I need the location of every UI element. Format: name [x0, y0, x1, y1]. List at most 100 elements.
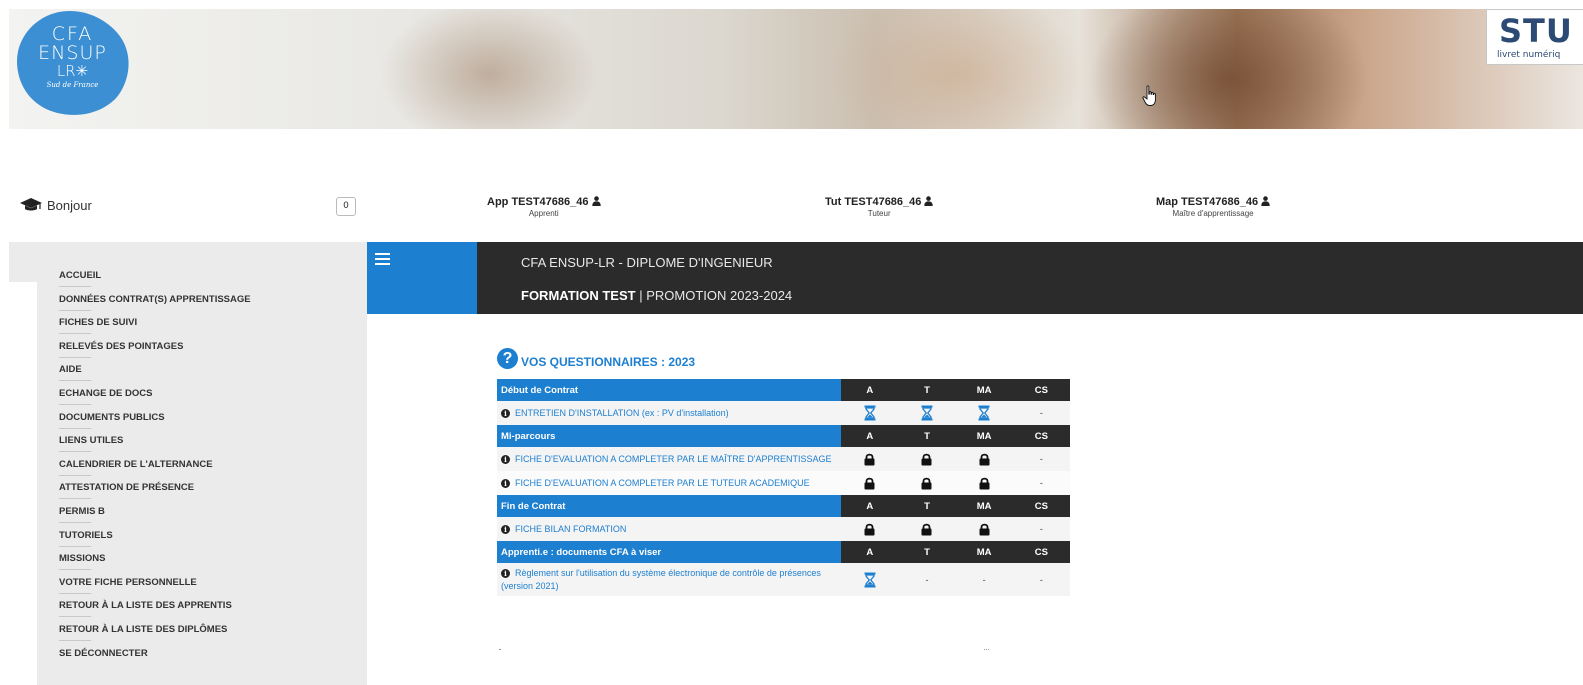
questionnaire-row: i FICHE D'EVALUATION A COMPLETER PAR LE M… [497, 447, 1070, 471]
section-title: Fin de Contrat [497, 495, 842, 517]
sidebar-item-tutoriels[interactable]: TUTORIELS [59, 529, 251, 553]
section-header-row: Apprenti.e : documents CFA à viser A T MA CS [497, 541, 1070, 563]
sidebar-edge [9, 242, 37, 282]
sidebar-nav: ACCUEIL DONNÉES CONTRAT(S) APPRENTISSAGE F… [37, 242, 367, 685]
sidebar-item-calendrier-de-l-alternance[interactable]: CALENDRIER DE L'ALTERNANCE [59, 458, 251, 482]
sidebar-item-permis-b[interactable]: PERMIS B [59, 505, 251, 529]
title-separator: | [635, 288, 647, 303]
user-icon [1261, 196, 1270, 206]
apprenti-info[interactable]: App TEST47686_46 Apprenti [487, 196, 601, 218]
lock-icon [898, 471, 955, 495]
hamburger-menu-icon[interactable] [375, 253, 390, 265]
sidebar-item-fiches-de-suivi[interactable]: FICHES DE SUIVI [59, 316, 251, 340]
sidebar-item-missions[interactable]: MISSIONS [59, 552, 251, 576]
sidebar-item-retour-a-la-liste-des-diplomes[interactable]: RETOUR À LA LISTE DES DIPLÔMES [59, 623, 251, 647]
column-header-t: T [898, 541, 956, 563]
sidebar-item-attestation-de-presence[interactable]: ATTESTATION DE PRÉSENCE [59, 481, 251, 505]
column-header-t: T [898, 495, 956, 517]
questionnaire-link[interactable]: i FICHE BILAN FORMATION [497, 517, 841, 541]
header-banner [9, 9, 1583, 129]
logo-text-line3: LR✳ [56, 62, 89, 80]
questionnaire-link[interactable]: i FICHE D'EVALUATION A COMPLETER PAR LE M… [497, 447, 841, 471]
section-title: Début de Contrat [497, 379, 842, 401]
questionnaire-link[interactable]: i FICHE D'EVALUATION A COMPLETER PAR LE T… [497, 471, 841, 495]
column-header-cs: CS [1012, 495, 1070, 517]
hourglass-icon[interactable] [841, 563, 898, 596]
stu-badge-title: STU [1499, 12, 1573, 50]
lock-icon [898, 447, 955, 471]
info-icon[interactable]: i [501, 524, 510, 534]
column-header-a: A [841, 425, 899, 447]
questionnaire-title[interactable]: FICHE BILAN FORMATION [515, 524, 626, 534]
column-header-t: T [898, 379, 956, 401]
status-tuteur: - [925, 574, 929, 585]
questionnaire-link[interactable]: i ENTRETIEN D'INSTALLATION (ex : PV d'ins… [497, 401, 841, 425]
menu-toggle-area [367, 242, 477, 314]
questionnaires-heading: ? VOS QUESTIONNAIRES : 2023 [497, 348, 695, 369]
sidebar-item-documents-publics[interactable]: DOCUMENTS PUBLICS [59, 411, 251, 435]
questionnaire-title[interactable]: FICHE D'EVALUATION A COMPLETER PAR LE MA… [515, 454, 832, 464]
sidebar-item-echange-de-docs[interactable]: ECHANGE DE DOCS [59, 387, 251, 411]
sidebar-item-accueil[interactable]: ACCUEIL [59, 269, 251, 293]
page-header: CFA ENSUP-LR - DIPLOME D'INGENIEUR FORMA… [477, 242, 1583, 314]
column-header-a: A [841, 379, 899, 401]
status-cs: - [1039, 478, 1043, 488]
column-header-t: T [898, 425, 956, 447]
column-header-cs: CS [1012, 425, 1070, 447]
sidebar-menu: ACCUEIL DONNÉES CONTRAT(S) APPRENTISSAGE F… [59, 269, 251, 670]
questionnaires-table: Début de Contrat A T MA CS i ENTRETIEN D'INSTA… [497, 379, 1070, 596]
sidebar-item-se-deconnecter[interactable]: SE DÉCONNECTER [59, 647, 251, 671]
questionnaire-title[interactable]: FICHE D'EVALUATION A COMPLETER PAR LE TU… [515, 478, 810, 488]
lock-icon [898, 517, 955, 541]
user-bar: Bonjour 0 App TEST47686_46 Apprenti Tut … [0, 190, 1583, 230]
questionnaire-row: i FICHE BILAN FORMATION - [497, 517, 1070, 541]
info-icon[interactable]: i [501, 478, 510, 488]
section-header-row: Mi-parcours A T MA CS [497, 425, 1070, 447]
lock-icon [841, 447, 898, 471]
questionnaire-title[interactable]: ENTRETIEN D'INSTALLATION (ex : PV d'inst… [515, 408, 729, 418]
column-header-ma: MA [955, 495, 1013, 517]
maitre-name: Map TEST47686_46 [1156, 196, 1259, 208]
sidebar-item-votre-fiche-personnelle[interactable]: VOTRE FICHE PERSONNELLE [59, 576, 251, 600]
maitre-info[interactable]: Map TEST47686_46 Maître d'apprentissage [1156, 196, 1270, 218]
hourglass-icon[interactable] [898, 401, 955, 425]
hourglass-icon[interactable] [956, 401, 1013, 425]
lock-icon [956, 517, 1013, 541]
user-icon [924, 196, 934, 206]
status-maitre: - [982, 574, 986, 585]
cfa-ensup-logo[interactable]: CFA ENSUP LR✳ Sud de France [15, 9, 130, 117]
sidebar-item-releves-des-pointages[interactable]: RELEVÉS DES POINTAGES [59, 340, 251, 364]
question-circle-icon: ? [497, 348, 518, 369]
sidebar-item-retour-a-la-liste-des-apprentis[interactable]: RETOUR À LA LISTE DES APPRENTIS [59, 599, 251, 623]
info-icon[interactable]: i [501, 408, 510, 418]
column-header-ma: MA [955, 425, 1013, 447]
notification-count-badge[interactable]: 0 [336, 197, 356, 216]
section-header-row: Début de Contrat A T MA CS [497, 379, 1070, 401]
status-cs: - [1039, 524, 1043, 534]
logo-text-line2: ENSUP [38, 42, 107, 64]
graduation-cap-icon [20, 198, 42, 211]
column-header-ma: MA [955, 379, 1013, 401]
lock-icon [841, 471, 898, 495]
sidebar-item-aide[interactable]: AIDE [59, 363, 251, 387]
info-icon[interactable]: i [501, 454, 510, 464]
questionnaire-row: i ENTRETIEN D'INSTALLATION (ex : PV d'ins… [497, 401, 1070, 425]
info-icon[interactable]: i [501, 568, 510, 578]
footer-mark [984, 649, 989, 650]
section-title: Apprenti.e : documents CFA à viser [497, 541, 842, 563]
sidebar-item-liens-utiles[interactable]: LIENS UTILES [59, 434, 251, 458]
sidebar-item-donnees-contrat-s-apprentissage[interactable]: DONNÉES CONTRAT(S) APPRENTISSAGE [59, 293, 251, 317]
questionnaire-link[interactable]: i Règlement sur l'utilisation du système … [497, 563, 841, 596]
questionnaire-title[interactable]: Règlement sur l'utilisation du système é… [501, 568, 821, 591]
section-header-row: Fin de Contrat A T MA CS [497, 495, 1070, 517]
column-header-cs: CS [1012, 379, 1070, 401]
stu-badge-subtitle: livret numériq [1497, 50, 1561, 60]
status-cs: - [1039, 574, 1043, 585]
diploma-title: CFA ENSUP-LR - DIPLOME D'INGENIEUR [521, 255, 773, 270]
banner-photo-shade [1089, 9, 1369, 129]
lock-icon [956, 471, 1013, 495]
hourglass-icon[interactable] [841, 401, 898, 425]
tuteur-info[interactable]: Tut TEST47686_46 Tuteur [825, 196, 934, 218]
stu-badge: STU livret numériq [1486, 9, 1583, 65]
footer-mark [499, 649, 501, 650]
